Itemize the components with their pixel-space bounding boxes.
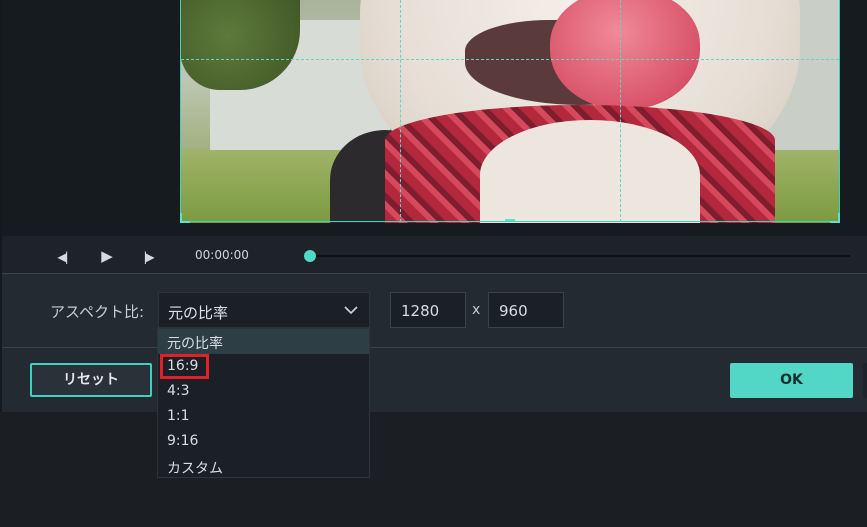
prev-frame-icon: ◀| [57,250,68,264]
aspect-ratio-select[interactable]: 元の比率 [158,292,370,328]
chevron-down-icon [344,306,358,315]
divider [2,273,867,274]
crop-guide-vertical [400,0,401,222]
aspect-option-1-1[interactable]: 1:1 [158,404,369,429]
crop-frame[interactable] [180,0,840,222]
aspect-ratio-label: アスペクト比: [50,303,145,321]
aspect-option-9-16[interactable]: 9:16 [158,429,369,454]
height-input[interactable]: 960 [488,292,564,328]
crop-handle-bottom-right[interactable] [830,213,840,223]
crop-dialog: ◀| ▶ |▶ 00:00:00 アスペクト比: 元の比率 1280 x 960… [2,0,867,412]
edge-strip [863,363,867,398]
aspect-option-original[interactable]: 元の比率 [158,329,369,354]
next-frame-icon: |▶ [143,250,154,264]
window-edge [0,0,2,412]
aspect-ratio-dropdown: 元の比率 16:9 4:3 1:1 9:16 カスタム [157,328,370,478]
play-icon: ▶ [101,247,113,265]
timecode: 00:00:00 [195,248,249,262]
crop-handle-bottom[interactable] [505,219,515,225]
next-frame-button[interactable]: |▶ [138,247,158,265]
prev-frame-button[interactable]: ◀| [52,247,72,265]
width-input[interactable]: 1280 [390,292,466,328]
aspect-option-4-3[interactable]: 4:3 [158,379,369,404]
crop-guide-horizontal [181,59,839,60]
scrub-track[interactable] [310,255,850,257]
ok-button[interactable]: OK [730,363,853,398]
reset-button[interactable]: リセット [30,363,152,397]
playhead[interactable] [304,250,316,262]
crop-guide-vertical [620,0,621,222]
crop-handle-bottom-left[interactable] [180,213,190,223]
divider [2,347,867,348]
aspect-option-custom[interactable]: カスタム [158,454,369,479]
highlight-annotation-box [160,354,209,379]
times-sign: x [472,302,481,318]
play-button[interactable]: ▶ [97,247,117,265]
aspect-ratio-value: 元の比率 [168,304,229,322]
